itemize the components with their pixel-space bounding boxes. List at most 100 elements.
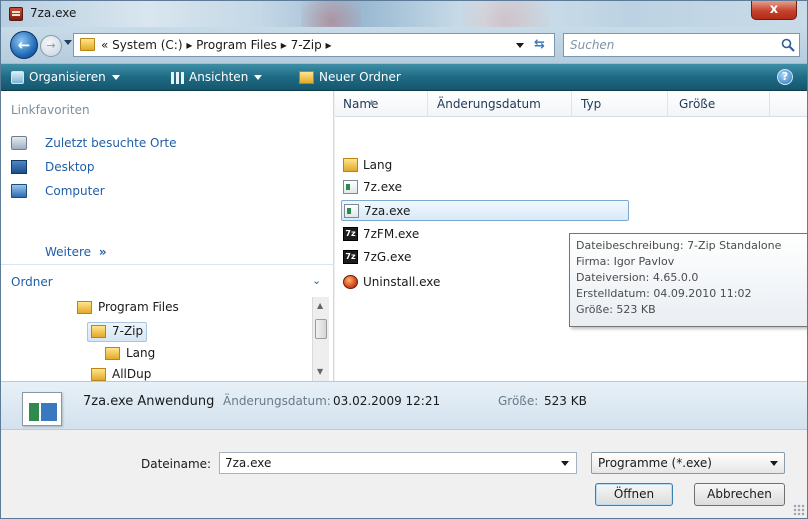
back-arrow-icon: ← bbox=[17, 36, 31, 54]
recent-pages-dropdown-icon[interactable] bbox=[64, 40, 72, 45]
file-name: Uninstall.exe bbox=[363, 275, 441, 289]
7z-icon: 7z bbox=[343, 250, 358, 264]
exe-icon bbox=[343, 180, 358, 194]
search-placeholder: Suchen bbox=[570, 38, 615, 52]
scroll-up-icon[interactable]: ▲ bbox=[317, 301, 323, 310]
chevron-down-icon[interactable] bbox=[561, 461, 569, 466]
refresh-icon[interactable]: ⇆ bbox=[534, 37, 545, 52]
size-value: 523 KB bbox=[544, 394, 587, 408]
tree-item-label: Lang bbox=[126, 346, 156, 360]
favorites-header: Linkfavoriten bbox=[11, 103, 90, 117]
modified-value: 03.02.2009 12:21 bbox=[333, 394, 441, 408]
tooltip-created: Erstelldatum: 04.09.2010 11:02 bbox=[576, 287, 752, 300]
views-label: Ansichten bbox=[189, 70, 249, 84]
tree-item-program-files[interactable]: Program Files bbox=[77, 300, 179, 320]
chevron-down-icon[interactable]: ⌄ bbox=[312, 274, 321, 287]
column-divider[interactable] bbox=[769, 91, 770, 117]
views-button[interactable]: Ansichten bbox=[189, 70, 263, 84]
more-label: Weitere bbox=[45, 245, 92, 259]
app-icon bbox=[9, 7, 23, 21]
tree-item-lang[interactable]: Lang bbox=[105, 346, 155, 366]
open-button[interactable]: Öffnen bbox=[595, 483, 673, 506]
column-divider[interactable] bbox=[667, 91, 668, 117]
size-label: Größe: bbox=[498, 394, 539, 408]
organize-button[interactable]: Organisieren bbox=[29, 70, 120, 84]
address-bar[interactable]: « System (C:) ▸ Program Files ▸ 7-Zip ▸ … bbox=[73, 33, 555, 57]
search-icon[interactable] bbox=[781, 38, 795, 52]
column-divider[interactable] bbox=[427, 91, 428, 117]
tooltip-version: Dateiversion: 4.65.0.0 bbox=[576, 271, 699, 284]
file-name: 7z.exe bbox=[363, 180, 403, 194]
filename-field[interactable]: 7za.exe bbox=[219, 452, 577, 474]
chevron-down-icon[interactable] bbox=[770, 461, 778, 466]
folder-icon bbox=[105, 347, 120, 360]
favorite-computer[interactable]: Computer bbox=[45, 184, 105, 198]
file-name: Lang bbox=[363, 158, 393, 172]
application-icon bbox=[22, 392, 62, 426]
more-favorites-link[interactable]: Weitere » bbox=[45, 245, 107, 259]
window-title: 7za.exe bbox=[30, 6, 77, 20]
views-icon bbox=[171, 72, 184, 84]
tree-item-alldup[interactable]: AllDup bbox=[91, 367, 151, 381]
tooltip-size: Größe: 523 KB bbox=[576, 303, 656, 316]
selected-file-name: 7za.exe Anwendung bbox=[83, 394, 215, 409]
tree-item-label: Program Files bbox=[98, 300, 179, 314]
organize-label: Organisieren bbox=[29, 70, 106, 84]
folder-tree-scrollbar[interactable]: ▲ ▼ bbox=[312, 297, 329, 381]
double-chevron-icon: » bbox=[98, 245, 107, 259]
7z-icon: 7z bbox=[343, 227, 358, 241]
computer-icon bbox=[11, 184, 27, 198]
column-header-size[interactable]: Größe bbox=[679, 97, 715, 111]
divider bbox=[1, 264, 334, 265]
scrollbar-thumb[interactable] bbox=[315, 319, 327, 339]
sort-ascending-icon: ▲ bbox=[369, 98, 375, 106]
column-header-type[interactable]: Typ bbox=[581, 97, 601, 111]
cancel-button[interactable]: Abbrechen bbox=[694, 483, 785, 506]
file-name: 7zG.exe bbox=[363, 250, 412, 264]
back-button[interactable]: ← bbox=[10, 31, 38, 59]
file-open-dialog: 7za.exe x ← → « System (C:) ▸ Program Fi… bbox=[0, 0, 808, 519]
filetype-value: Programme (*.exe) bbox=[598, 456, 712, 470]
filename-value: 7za.exe bbox=[225, 456, 272, 470]
help-icon[interactable]: ? bbox=[777, 69, 793, 85]
breadcrumb[interactable]: « System (C:) ▸ Program Files ▸ 7-Zip ▸ bbox=[101, 38, 332, 52]
list-item[interactable]: 7z.exe bbox=[341, 177, 631, 198]
close-button[interactable]: x bbox=[751, 1, 797, 20]
title-bar[interactable]: 7za.exe x bbox=[1, 1, 807, 41]
filename-label: Dateiname: bbox=[141, 457, 212, 471]
tree-item-label: AllDup bbox=[112, 367, 152, 381]
tooltip-description: Dateibeschreibung: 7-Zip Standalone bbox=[576, 239, 782, 252]
resize-grip-icon[interactable] bbox=[793, 504, 805, 516]
forward-button[interactable]: → bbox=[40, 35, 62, 57]
organize-icon bbox=[11, 71, 24, 84]
address-dropdown-icon[interactable] bbox=[516, 43, 524, 48]
favorite-recent-places[interactable]: Zuletzt besuchte Orte bbox=[45, 136, 177, 150]
new-folder-icon bbox=[299, 71, 314, 84]
chevron-down-icon bbox=[254, 75, 263, 80]
address-row: ← → « System (C:) ▸ Program Files ▸ 7-Zi… bbox=[1, 27, 807, 63]
scroll-down-icon[interactable]: ▼ bbox=[317, 367, 323, 376]
command-bar: Organisieren Ansichten Neuer Ordner ? bbox=[1, 63, 807, 91]
list-item[interactable]: Lang bbox=[341, 155, 631, 176]
tree-item-label: 7-Zip bbox=[112, 324, 144, 338]
column-header-row: Name ▲ Änderungsdatum Typ Größe bbox=[335, 91, 807, 117]
desktop-icon bbox=[11, 160, 27, 174]
new-folder-button[interactable]: Neuer Ordner bbox=[319, 70, 401, 84]
column-header-date[interactable]: Änderungsdatum bbox=[437, 97, 541, 111]
forward-arrow-icon: → bbox=[46, 39, 56, 52]
folders-header[interactable]: Ordner bbox=[11, 275, 53, 289]
tree-item-7-zip[interactable]: 7-Zip bbox=[87, 322, 148, 342]
list-item-selected[interactable]: 7za.exe bbox=[341, 200, 629, 221]
recent-places-icon bbox=[11, 136, 27, 150]
column-header-name[interactable]: Name ▲ bbox=[343, 97, 378, 111]
column-divider[interactable] bbox=[571, 91, 572, 117]
search-input[interactable]: Suchen bbox=[563, 33, 800, 57]
file-info-tooltip: Dateibeschreibung: 7-Zip Standalone Firm… bbox=[569, 233, 807, 327]
favorite-desktop[interactable]: Desktop bbox=[45, 160, 95, 174]
chevron-down-icon bbox=[111, 75, 120, 80]
folder-icon bbox=[77, 301, 92, 314]
navigation-pane: Linkfavoriten Zuletzt besuchte Orte Desk… bbox=[1, 91, 334, 381]
modified-label: Änderungsdatum: bbox=[223, 394, 331, 408]
filetype-select[interactable]: Programme (*.exe) bbox=[591, 452, 785, 474]
folder-icon bbox=[91, 325, 106, 338]
